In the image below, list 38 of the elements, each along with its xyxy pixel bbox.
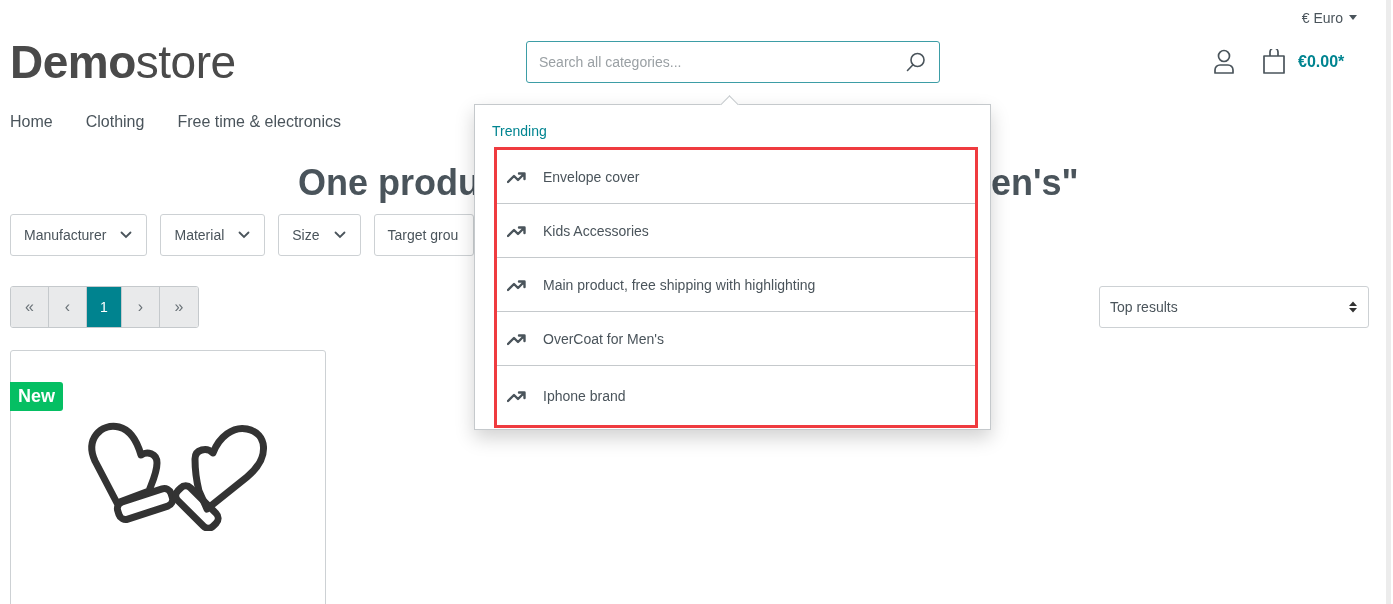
nav-link[interactable]: Free time & electronics [177,113,341,131]
new-badge: New [10,382,63,411]
suggestion-item[interactable]: Kids Accessories [497,204,975,258]
search-input[interactable]: Search all categories... [537,53,905,71]
pagination-button[interactable]: ‹ [49,287,87,327]
suggestion-item[interactable]: Iphone brand [497,366,975,425]
filter-dropdown[interactable]: Target grou [373,214,474,256]
trending-up-icon [507,169,527,184]
trending-up-icon [507,388,527,403]
account-icon[interactable] [1213,49,1235,75]
sort-arrows-icon [1348,300,1358,314]
pagination-button[interactable]: › [122,287,160,327]
suggestion-item[interactable]: Main product, free shipping with highlighting [497,258,975,312]
trending-label: Trending [492,123,548,139]
sort-select[interactable]: Top results [1099,286,1369,328]
chevron-down-icon [333,231,346,239]
search-bar[interactable]: Search all categories... [526,41,940,83]
currency-dropdown[interactable]: € Euro [1301,9,1357,26]
trending-up-icon [507,331,527,346]
shopping-bag-icon[interactable] [1262,49,1286,75]
suggestion-item[interactable]: Envelope cover [497,150,975,204]
pagination-button[interactable]: « [11,287,49,327]
pagination-button[interactable]: » [160,287,198,327]
suggestion-item[interactable]: OverCoat for Men's [497,312,975,366]
filter-dropdown[interactable]: Size [278,214,361,256]
store-logo[interactable]: Demostore [10,35,410,89]
results-heading: en's" [991,162,1079,204]
pagination-button[interactable]: 1 [87,287,122,327]
cart-total[interactable]: €0.00* [1298,53,1345,71]
filter-dropdown[interactable]: Material [160,214,266,256]
filter-dropdown[interactable]: Manufacturer [10,214,148,256]
chevron-down-icon [238,231,251,239]
trending-up-icon [507,223,527,238]
trending-up-icon [507,277,527,292]
nav-link[interactable]: Clothing [85,113,145,131]
search-icon[interactable] [905,51,927,73]
nav-link[interactable]: Home [10,113,53,131]
chevron-down-icon [120,231,133,239]
